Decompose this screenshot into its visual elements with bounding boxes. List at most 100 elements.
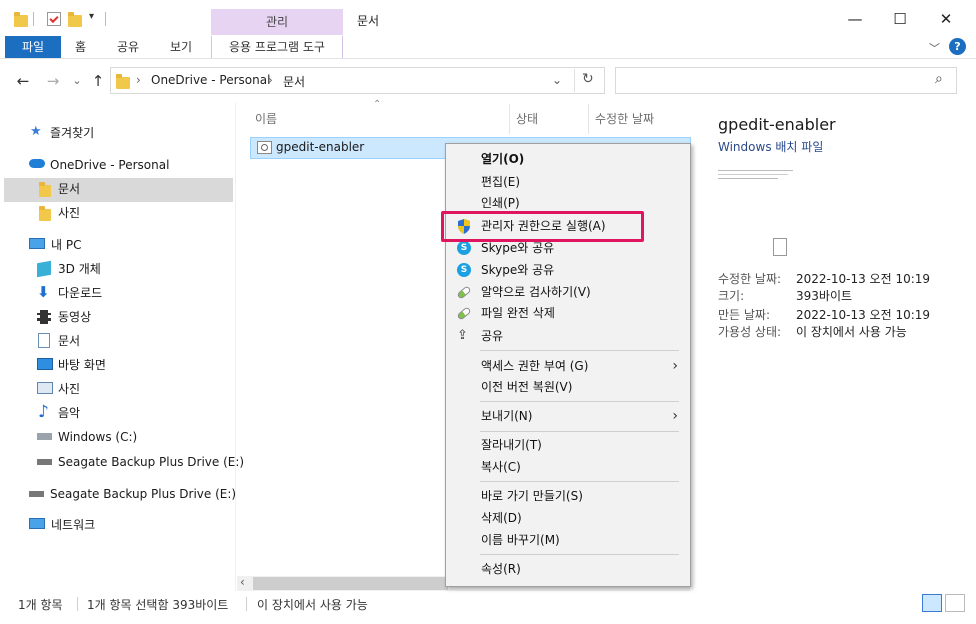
customize-quick-access-icon[interactable]: ▾	[89, 11, 94, 22]
tab-view[interactable]: 보기	[166, 36, 196, 58]
column-separator[interactable]	[509, 104, 510, 134]
submenu-arrow-icon: ›	[672, 358, 678, 374]
search-icon[interactable]: ⌕	[935, 71, 943, 87]
scroll-left-icon[interactable]: ‹	[240, 575, 245, 589]
menu-item-create-shortcut[interactable]: 바로 가기 만들기(S)	[446, 485, 690, 507]
column-separator[interactable]	[588, 104, 589, 134]
minimize-button[interactable]: —	[832, 4, 878, 34]
maximize-button[interactable]: ☐	[877, 4, 923, 34]
column-header-name[interactable]: 이름	[255, 110, 277, 127]
drive-icon	[37, 433, 52, 440]
context-tab-header: 관리	[211, 9, 343, 35]
menu-item-properties[interactable]: 속성(R)	[446, 558, 690, 580]
breadcrumb-separator[interactable]: ›	[136, 73, 141, 87]
detail-value-size: 393바이트	[796, 289, 853, 303]
refresh-icon[interactable]: ↻	[582, 71, 594, 87]
detail-key-modified: 수정한 날짜:	[718, 272, 782, 286]
menu-item-secure-delete[interactable]: 파일 완전 삭제	[446, 302, 690, 324]
skype-icon: S	[457, 241, 471, 255]
sidebar-item-label: 바탕 화면	[58, 358, 106, 372]
folder-icon	[116, 74, 130, 89]
status-separator	[77, 597, 78, 611]
tab-home[interactable]: 홈	[71, 36, 90, 58]
title-bar	[0, 0, 976, 36]
column-header-status[interactable]: 상태	[516, 110, 538, 127]
menu-separator	[480, 431, 679, 432]
sidebar-item-label: 사진	[58, 206, 81, 220]
details-view-button[interactable]	[922, 594, 942, 612]
folder-icon	[14, 12, 28, 27]
sidebar-item-label: 즐겨찾기	[50, 126, 95, 140]
sidebar-item-label: 사진	[58, 382, 81, 396]
tab-application-tools[interactable]: 응용 프로그램 도구	[211, 36, 343, 58]
sidebar-item-label: OneDrive - Personal	[50, 158, 170, 172]
sidebar-item-label: Windows (C:)	[58, 430, 138, 444]
preview-title: gpedit-enabler	[718, 115, 836, 134]
close-button[interactable]: ✕	[923, 4, 969, 34]
sidebar-item-label: 3D 개체	[58, 262, 101, 276]
ribbon-divider	[0, 58, 976, 59]
skype-icon: S	[457, 263, 471, 277]
status-availability: 이 장치에서 사용 가능	[257, 598, 368, 612]
breadcrumb-onedrive[interactable]: OneDrive - Personal	[151, 73, 270, 87]
help-icon[interactable]: ?	[949, 38, 966, 55]
recent-locations-button[interactable]: ⌄	[66, 70, 88, 92]
menu-item-open[interactable]: 열기(O)	[446, 148, 690, 170]
usb-drive-icon	[29, 491, 44, 497]
cloud-icon	[29, 159, 45, 168]
search-input[interactable]	[615, 67, 957, 94]
menu-separator	[480, 401, 679, 402]
sidebar-item-label: Seagate Backup Plus Drive (E:)	[50, 487, 237, 501]
expand-ribbon-icon[interactable]: ﹀	[929, 40, 940, 56]
menu-item-rename[interactable]: 이름 바꾸기(M)	[446, 529, 690, 551]
scrollbar-thumb[interactable]	[253, 577, 448, 590]
file-name: gpedit-enabler	[276, 140, 365, 154]
star-icon: ★	[30, 124, 42, 139]
column-header-date-modified[interactable]: 수정한 날짜	[595, 110, 654, 127]
status-item-count: 1개 항목	[18, 598, 63, 612]
forward-button[interactable]: →	[42, 70, 64, 92]
status-selection: 1개 항목 선택함 393바이트	[87, 598, 229, 612]
tab-file[interactable]: 파일	[5, 36, 61, 58]
alyac-icon	[456, 285, 472, 300]
properties-icon[interactable]	[47, 12, 61, 26]
status-separator	[246, 597, 247, 611]
cube-icon	[37, 260, 51, 278]
detail-value-created: 2022-10-13 오전 10:19	[796, 308, 931, 322]
sidebar-item-label: 다운로드	[58, 286, 103, 300]
menu-separator	[480, 481, 679, 482]
batch-file-icon	[257, 141, 272, 154]
highlight-box	[441, 211, 644, 242]
address-dropdown-icon[interactable]: ⌄	[552, 73, 562, 87]
folder-icon	[39, 206, 53, 221]
menu-item-edit[interactable]: 편집(E)	[446, 171, 690, 193]
menu-separator	[480, 554, 679, 555]
tab-share[interactable]: 공유	[113, 36, 143, 58]
folder-icon	[39, 182, 53, 197]
menu-item-share-skype-2[interactable]: S Skype와 공유	[446, 259, 690, 281]
back-button[interactable]: ←	[12, 70, 34, 92]
share-icon: ⇪	[457, 328, 468, 343]
network-icon	[29, 518, 45, 529]
computer-icon	[29, 238, 45, 249]
menu-item-restore-previous[interactable]: 이전 버전 복원(V)	[446, 376, 690, 398]
menu-item-cut[interactable]: 잘라내기(T)	[446, 434, 690, 456]
sidebar-item-label: 동영상	[58, 310, 92, 324]
menu-item-share[interactable]: ⇪ 공유	[446, 325, 690, 347]
breadcrumb-separator[interactable]: ›	[268, 73, 273, 87]
alyac-icon	[456, 306, 472, 321]
breadcrumb-documents[interactable]: 문서	[283, 73, 305, 90]
new-folder-icon[interactable]	[68, 12, 82, 27]
music-icon: ♪	[38, 402, 49, 422]
usb-drive-icon	[37, 459, 52, 465]
menu-item-delete[interactable]: 삭제(D)	[446, 507, 690, 529]
sidebar-item-label: Seagate Backup Plus Drive (E:)	[58, 455, 245, 469]
preview-file-type: Windows 배치 파일	[718, 140, 824, 154]
menu-item-send-to[interactable]: 보내기(N) ›	[446, 405, 690, 427]
sort-ascending-icon: ⌃	[373, 99, 382, 110]
menu-item-alyac-scan[interactable]: 알약으로 검사하기(V)	[446, 281, 690, 303]
menu-item-give-access[interactable]: 액세스 권한 부여 (G) ›	[446, 355, 690, 377]
up-button[interactable]: ↑	[87, 70, 109, 92]
large-icons-view-button[interactable]	[945, 594, 965, 612]
menu-item-copy[interactable]: 복사(C)	[446, 456, 690, 478]
